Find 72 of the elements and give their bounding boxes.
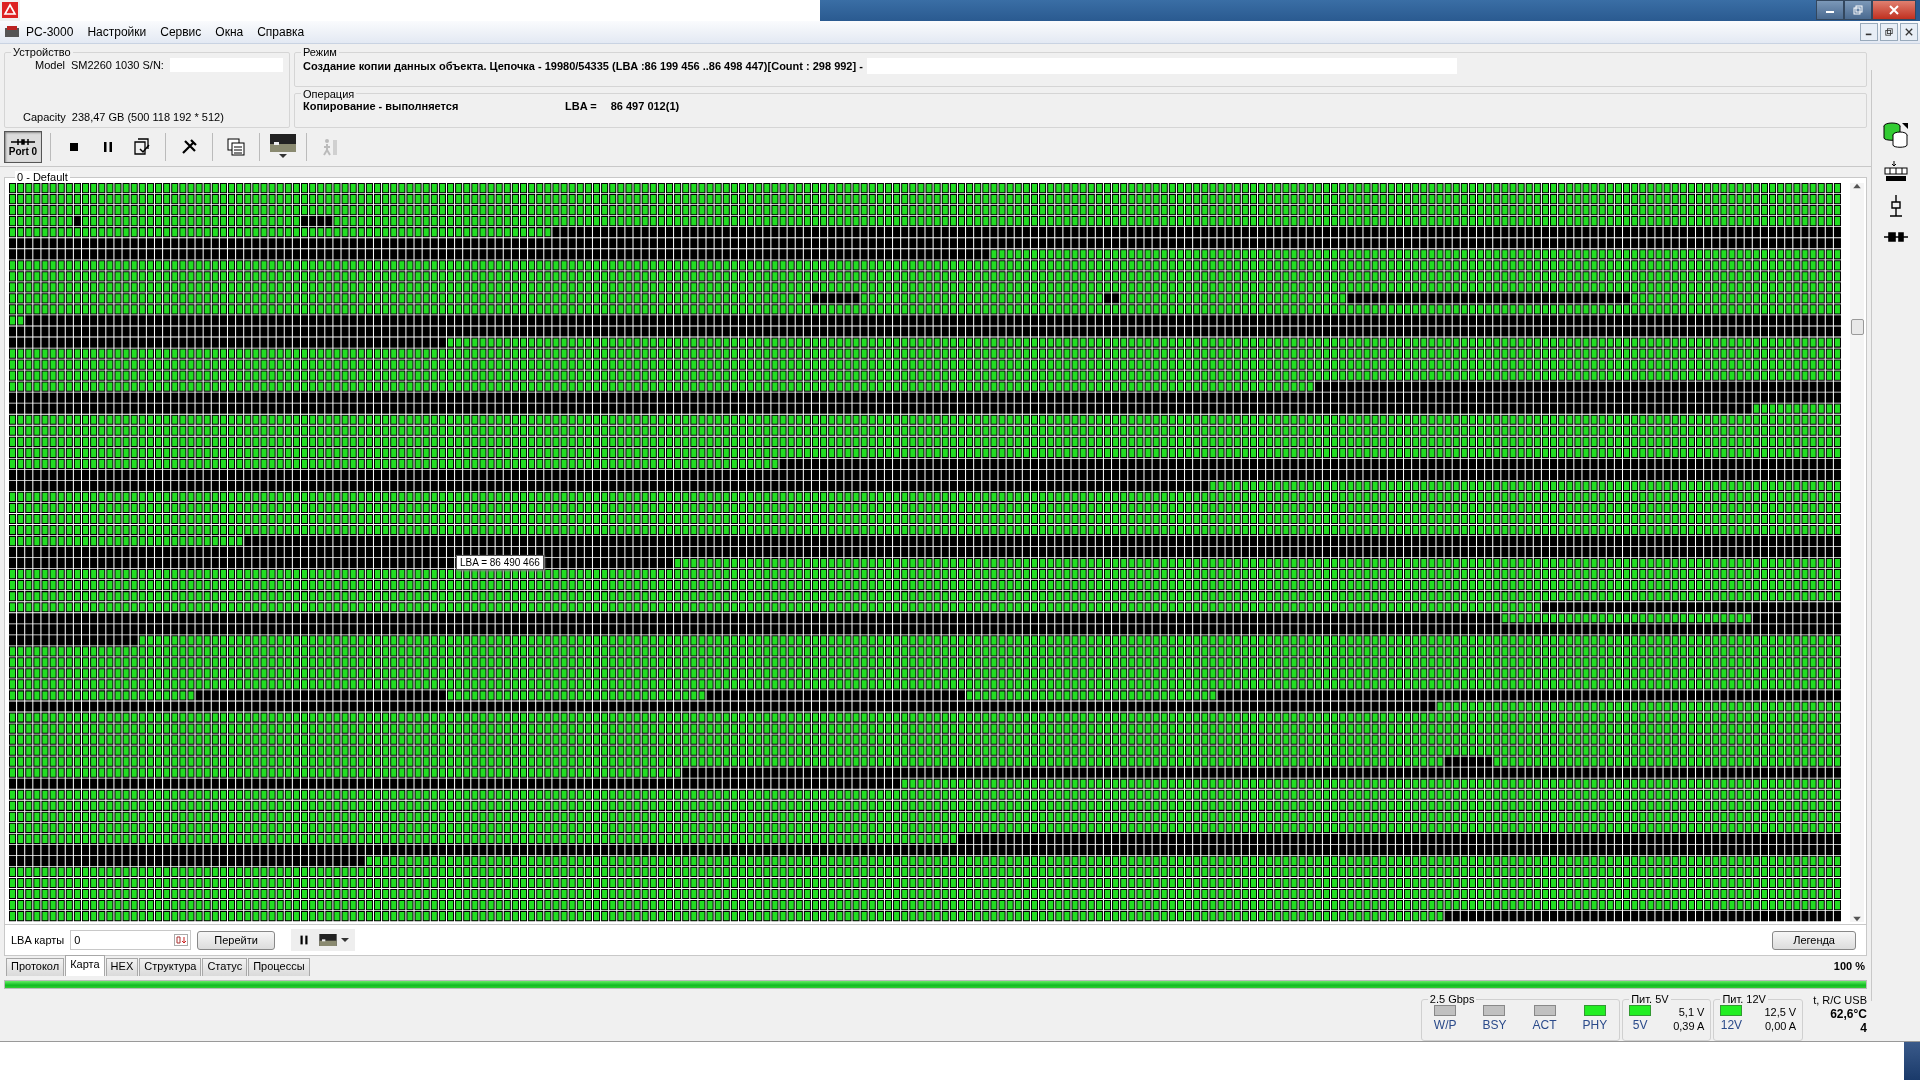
led-label: PHY xyxy=(1582,1018,1608,1032)
scrollbar[interactable] xyxy=(1850,183,1864,922)
group-title: 0 - Default xyxy=(15,171,70,183)
lba-value: 86 497 012(1) xyxy=(610,99,680,112)
connector-icon xyxy=(10,137,36,146)
walking-figure-icon xyxy=(320,137,340,157)
field-label: Model xyxy=(35,59,65,71)
reset-counter-icon[interactable] xyxy=(1884,160,1908,182)
scroll-down-icon[interactable] xyxy=(1853,916,1861,922)
menu-item[interactable]: Сервис xyxy=(160,25,209,39)
document-check-icon xyxy=(132,137,152,157)
tab[interactable]: Статус xyxy=(202,958,248,976)
close-icon xyxy=(1905,28,1913,36)
led-label: 5V xyxy=(1632,1018,1648,1032)
temperature-label: t, R/C USB xyxy=(1813,993,1867,1007)
field-label: Capacity xyxy=(23,111,66,123)
goto-button[interactable]: Перейти xyxy=(197,930,275,950)
port-button[interactable]: Port 0 xyxy=(4,131,42,163)
lba-label: LBA = xyxy=(565,99,597,112)
tab[interactable]: Протокол xyxy=(6,958,65,976)
scroll-up-icon[interactable] xyxy=(1853,183,1861,189)
app-icon[interactable] xyxy=(4,25,20,39)
restore-button[interactable] xyxy=(1844,0,1872,20)
tab[interactable]: Процессы xyxy=(248,958,310,976)
operation-text: Копирование - выполняется xyxy=(303,99,460,112)
lba-input[interactable]: 0 xyxy=(70,930,192,950)
group-title: 2.5 Gbps xyxy=(1428,993,1476,1005)
field-label: LBA карты xyxy=(11,934,65,946)
database-copy-icon[interactable] xyxy=(1883,120,1909,148)
app-logo-icon xyxy=(2,2,18,18)
capacity-value: 238,47 GB (500 118 192 * 512) xyxy=(71,111,224,123)
minimize-button[interactable] xyxy=(1816,0,1844,20)
group-title: Устройство xyxy=(12,46,72,58)
mode-text: Создание копии данных объекта. Цепочка - 19980/54335 (LBA :86 199 456 ..86 498 447)[Count : 298 992] - xyxy=(303,60,863,72)
led-label: BSY xyxy=(1482,1018,1507,1032)
restore-icon xyxy=(1853,5,1863,15)
led-label: 12V xyxy=(1720,1018,1743,1032)
voltage-value: 12,5 V xyxy=(1764,1005,1797,1019)
group-title: Пит. 12V xyxy=(1721,993,1767,1005)
tooltip: LBA = 86 490 466 xyxy=(456,555,544,570)
close-icon xyxy=(1889,5,1899,15)
restore-button[interactable] xyxy=(1880,23,1898,41)
voltage-value: 5,1 V xyxy=(1678,1005,1705,1019)
model-value: SM2260 1030 S/N: xyxy=(70,59,164,71)
current-value: 0,00 A xyxy=(1765,1019,1797,1033)
restore-icon xyxy=(1885,28,1893,36)
count-value: 4 xyxy=(1860,1021,1867,1035)
led-label: ACT xyxy=(1532,1018,1557,1032)
tab[interactable]: Карта xyxy=(65,955,105,976)
cable-icon[interactable] xyxy=(1883,230,1909,244)
close-button[interactable] xyxy=(1872,0,1916,20)
tab[interactable]: Структура xyxy=(139,958,202,976)
image-dropdown-button[interactable] xyxy=(318,934,349,946)
menu-item[interactable]: Справка xyxy=(257,25,312,39)
image-thumbnail-icon xyxy=(318,934,337,946)
caret-icon xyxy=(340,936,349,944)
tab[interactable]: HEX xyxy=(105,958,139,976)
legend-button[interactable]: Легенда xyxy=(1772,930,1856,950)
menu-item[interactable]: PC-3000 xyxy=(26,25,81,39)
close-button[interactable] xyxy=(1900,23,1918,41)
menu-item[interactable]: Настройки xyxy=(87,25,154,39)
progress-percent: 100 % xyxy=(1833,960,1865,972)
temperature-value: 62,6°C xyxy=(1830,1007,1867,1021)
menu-item[interactable]: Окна xyxy=(215,25,251,39)
current-value: 0,39 A xyxy=(1673,1019,1705,1033)
copy-icon xyxy=(226,137,246,157)
image-thumbnail-icon xyxy=(270,134,296,152)
led-label: W/P xyxy=(1433,1018,1457,1032)
group-title: Режим xyxy=(302,46,338,58)
scroll-thumb[interactable] xyxy=(1851,319,1864,335)
group-title: Операция xyxy=(302,87,356,100)
group-title: Пит. 5V xyxy=(1630,993,1670,1005)
